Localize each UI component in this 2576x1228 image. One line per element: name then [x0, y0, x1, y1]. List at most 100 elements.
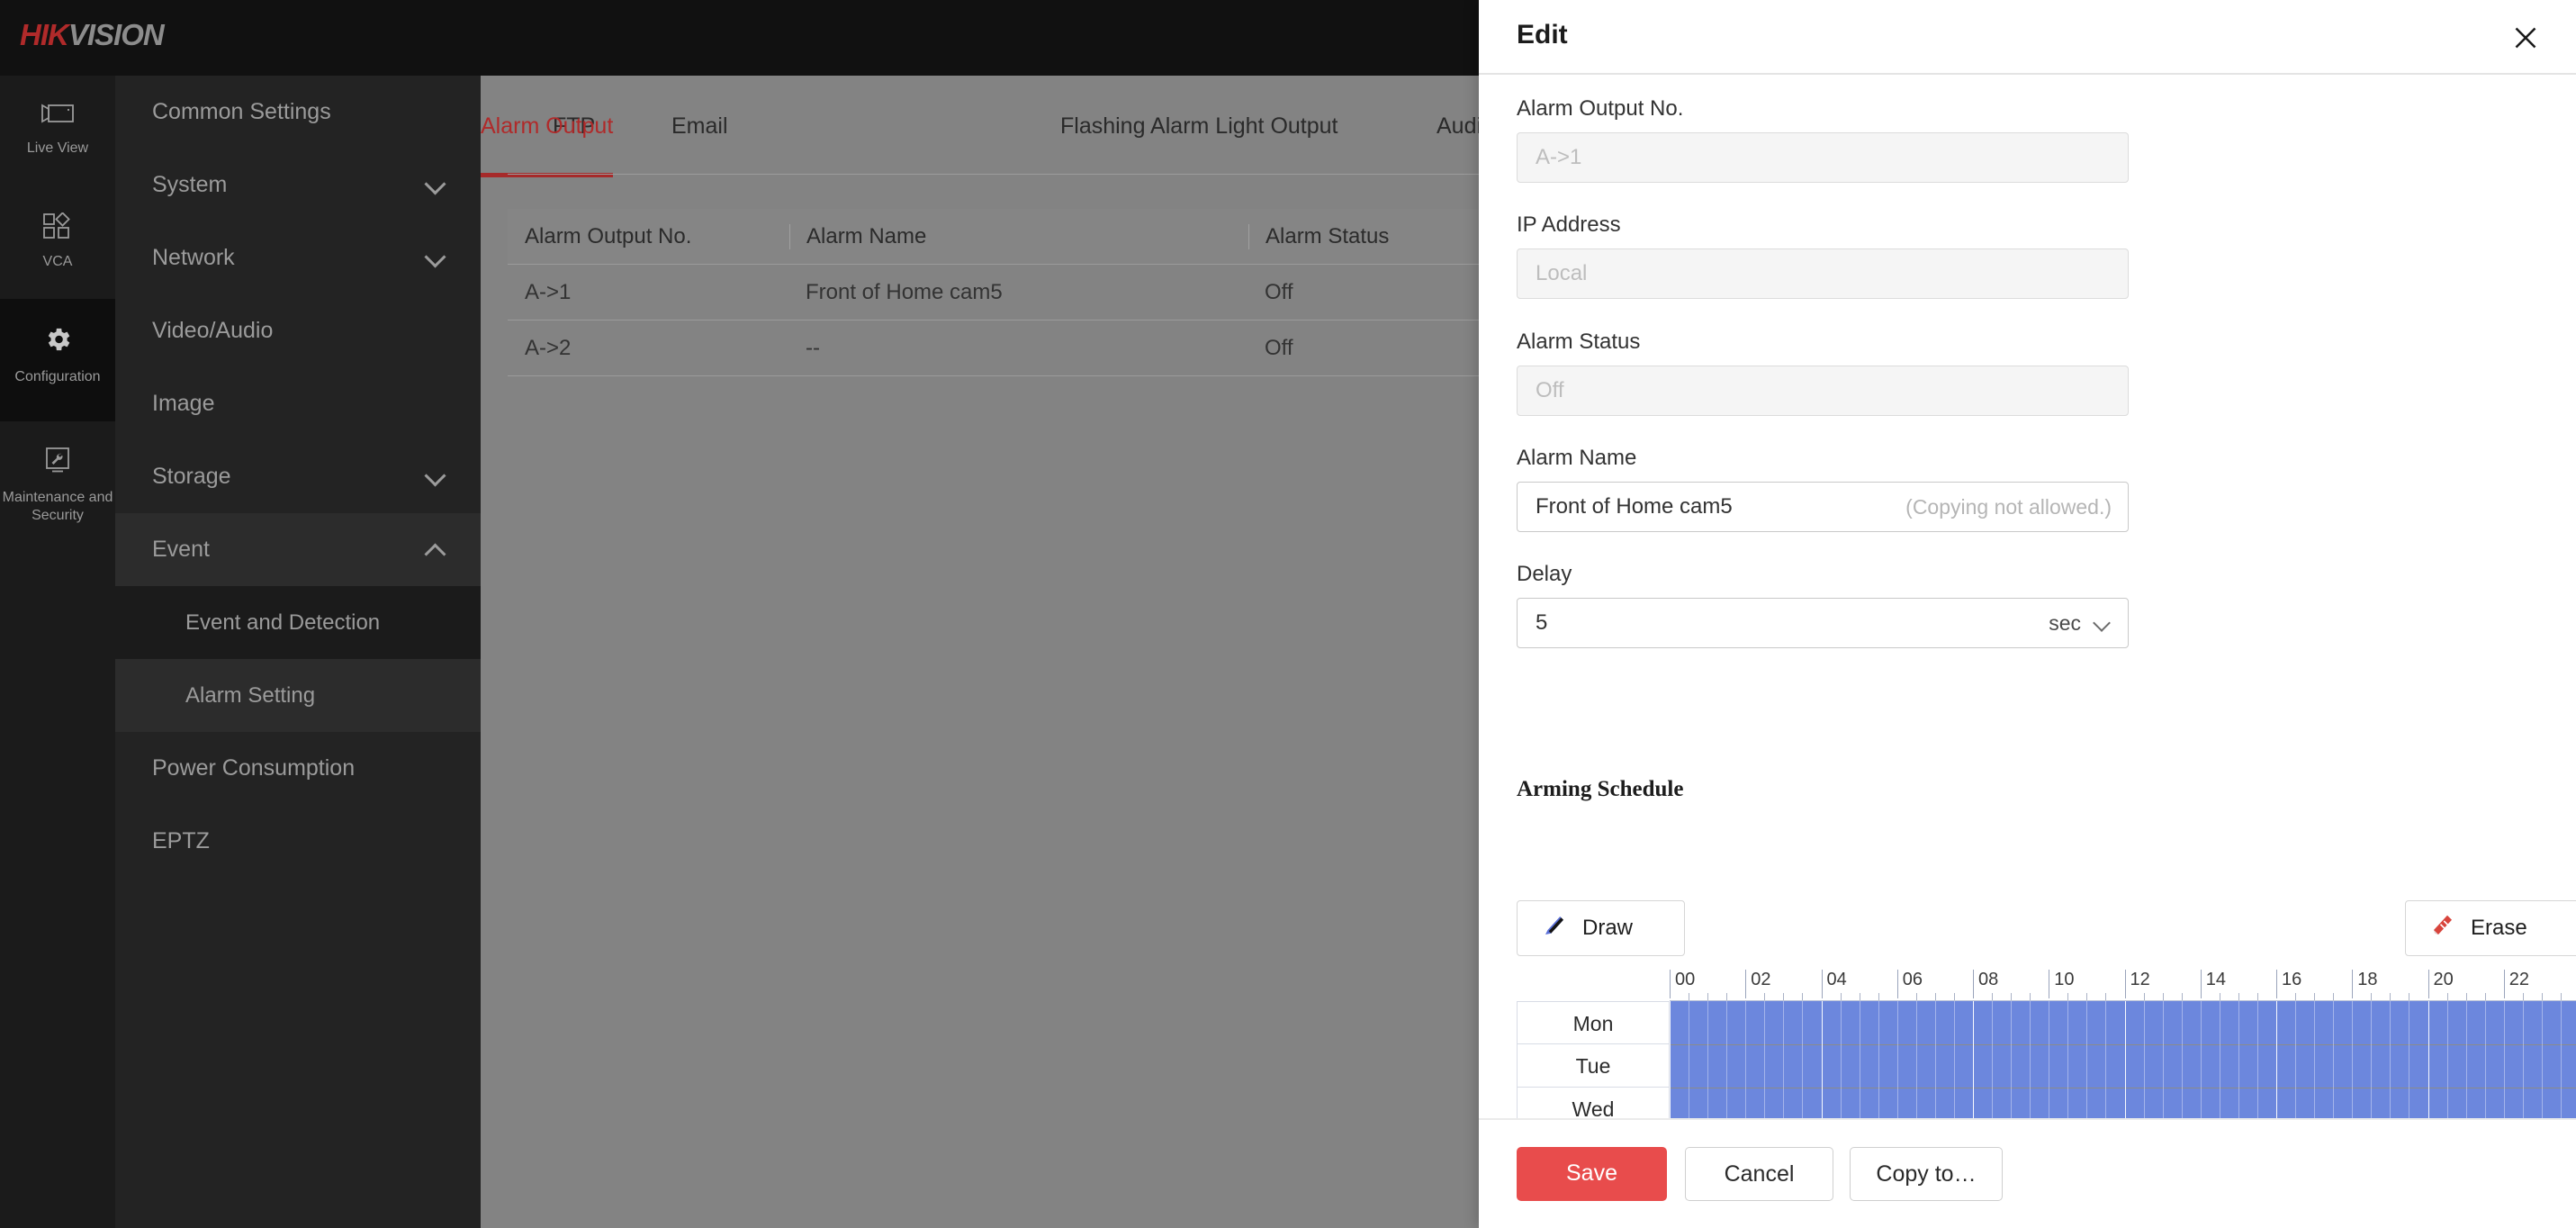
edit-dialog: Edit Alarm Output No. A->1 IP Address Lo…: [1479, 0, 2576, 1228]
label-ip-address: IP Address: [1517, 212, 2129, 238]
chevron-down-icon: [424, 246, 446, 267]
nav-label-network: Network: [152, 245, 235, 270]
schedule-time-gridline: [2105, 1001, 2106, 1118]
tab-email[interactable]: Email: [671, 76, 728, 177]
schedule-time-gridline: [1670, 1001, 1671, 1118]
chevron-down-icon[interactable]: [2093, 614, 2111, 632]
hour-tick-22: 22: [2504, 970, 2529, 998]
schedule-day-mon: Mon: [1517, 1001, 1670, 1044]
nav-item-video-audio[interactable]: Video/Audio: [115, 294, 481, 367]
schedule-hour-ruler: 00020406081012141618202224: [1670, 967, 2576, 1001]
schedule-time-gridline: [2390, 1001, 2391, 1118]
schedule-time-gridline: [2466, 1001, 2467, 1118]
close-icon[interactable]: [2509, 22, 2542, 54]
nav-item-storage[interactable]: Storage: [115, 440, 481, 513]
hour-minor-tick: [1916, 993, 1917, 1000]
save-button[interactable]: Save: [1517, 1147, 1667, 1201]
hour-minor-tick: [2086, 993, 2087, 1000]
chevron-up-icon: [424, 543, 446, 564]
hour-tick-12: 12: [2125, 970, 2150, 998]
eraser-icon: [2429, 912, 2456, 945]
hour-minor-tick: [2144, 993, 2145, 1000]
nav-item-event[interactable]: Event: [115, 513, 481, 586]
schedule-time-gridline: [2523, 1001, 2524, 1118]
schedule-time-gridline: [2238, 1001, 2239, 1118]
hour-minor-tick: [2561, 993, 2562, 1000]
field-alarm-status: Alarm Status Off: [1517, 330, 2129, 416]
nav-item-network[interactable]: Network: [115, 221, 481, 294]
tab-alarm-output[interactable]: Alarm Output: [481, 76, 613, 177]
schedule-time-gridline: [1897, 1001, 1898, 1118]
copy-to-button[interactable]: Copy to…: [1850, 1147, 2003, 1201]
dialog-header: Edit: [1479, 0, 2576, 73]
tab-label-alarm-output: Alarm Output: [481, 113, 613, 139]
hour-minor-tick: [2011, 993, 2012, 1000]
nav-item-alarm-setting[interactable]: Alarm Setting: [115, 659, 481, 732]
cancel-button[interactable]: Cancel: [1685, 1147, 1833, 1201]
schedule-time-gridline: [1878, 1001, 1879, 1118]
alarm-name-input[interactable]: Front of Home cam5 (Copying not allowed.…: [1517, 482, 2129, 532]
draw-button[interactable]: Draw: [1517, 900, 1685, 956]
nav-item-image[interactable]: Image: [115, 367, 481, 440]
schedule-time-gridline: [2447, 1001, 2448, 1118]
rail-item-configuration[interactable]: Configuration: [0, 299, 115, 421]
dialog-body: Alarm Output No. A->1 IP Address Local A…: [1479, 75, 2576, 1118]
schedule-time-gridline: [2295, 1001, 2296, 1118]
delay-input[interactable]: 5 sec: [1517, 598, 2129, 648]
nav-item-system[interactable]: System: [115, 149, 481, 221]
rail-item-maintenance-and-security[interactable]: Maintenance and Security: [0, 421, 115, 556]
schedule-time-gridline: [1841, 1001, 1842, 1118]
hour-minor-tick: [2466, 993, 2467, 1000]
field-ip-address: IP Address Local: [1517, 212, 2129, 299]
hour-minor-tick: [2067, 993, 2068, 1000]
schedule-time-gridline: [1802, 1001, 1803, 1118]
rail-item-live-view[interactable]: Live View: [0, 76, 115, 187]
dialog-footer: Save Cancel Copy to…: [1479, 1118, 2576, 1228]
tab-flashing-alarm-light-output[interactable]: Flashing Alarm Light Output: [1060, 76, 1338, 177]
rail-item-vca[interactable]: VCA: [0, 187, 115, 299]
column-header-alarm-output-no: Alarm Output No.: [508, 224, 789, 249]
nav-label-image: Image: [152, 391, 214, 416]
schedule-time-gridline: [1992, 1001, 1993, 1118]
nav-item-eptz[interactable]: EPTZ: [115, 805, 481, 878]
schedule-timeline-canvas[interactable]: [1670, 1001, 2576, 1118]
tab-label-email: Email: [671, 113, 728, 139]
dialog-title: Edit: [1517, 20, 1568, 50]
nav-item-power-consumption[interactable]: Power Consumption: [115, 732, 481, 805]
hour-minor-tick: [2523, 993, 2524, 1000]
schedule-time-gridline: [1916, 1001, 1917, 1118]
icon-rail: Live View VCA: [0, 76, 115, 1228]
schedule-time-gridline: [2352, 1001, 2353, 1118]
schedule-time-gridline: [1764, 1001, 1765, 1118]
hour-minor-tick: [2105, 993, 2106, 1000]
label-delay: Delay: [1517, 562, 2129, 587]
ip-address-input: Local: [1517, 248, 2129, 299]
nav-label-eptz: EPTZ: [152, 828, 210, 853]
schedule-time-gridline: [2086, 1001, 2087, 1118]
hour-minor-tick: [1841, 993, 1842, 1000]
hour-minor-tick: [1707, 993, 1708, 1000]
schedule-time-gridline: [2030, 1001, 2031, 1118]
hour-tick-08: 08: [1973, 970, 1998, 998]
tab-label-flashing-alarm-light-output: Flashing Alarm Light Output: [1060, 113, 1338, 139]
hour-tick-04: 04: [1822, 970, 1847, 998]
nav-label-event-and-detection: Event and Detection: [185, 610, 380, 635]
schedule-time-gridline: [2011, 1001, 2012, 1118]
hour-tick-14: 14: [2201, 970, 2226, 998]
nav-item-event-and-detection[interactable]: Event and Detection: [115, 586, 481, 659]
schedule-time-gridline: [2428, 1001, 2429, 1118]
hour-minor-tick: [2257, 993, 2258, 1000]
hour-tick-20: 20: [2428, 970, 2454, 998]
hour-minor-tick: [2447, 993, 2448, 1000]
schedule-time-gridline: [2257, 1001, 2258, 1118]
hour-minor-tick: [1764, 993, 1765, 1000]
hour-minor-tick: [2542, 993, 2543, 1000]
field-alarm-name: Alarm Name Front of Home cam5 (Copying n…: [1517, 446, 2129, 532]
hour-minor-tick: [2485, 993, 2486, 1000]
erase-button[interactable]: Erase: [2405, 900, 2576, 956]
nav-item-common-settings[interactable]: Common Settings: [115, 76, 481, 149]
hour-minor-tick: [2030, 993, 2031, 1000]
delay-value: 5: [1536, 610, 1547, 635]
hour-minor-tick: [2163, 993, 2164, 1000]
schedule-day-column: Mon Tue Wed Thu: [1517, 1001, 1670, 1118]
